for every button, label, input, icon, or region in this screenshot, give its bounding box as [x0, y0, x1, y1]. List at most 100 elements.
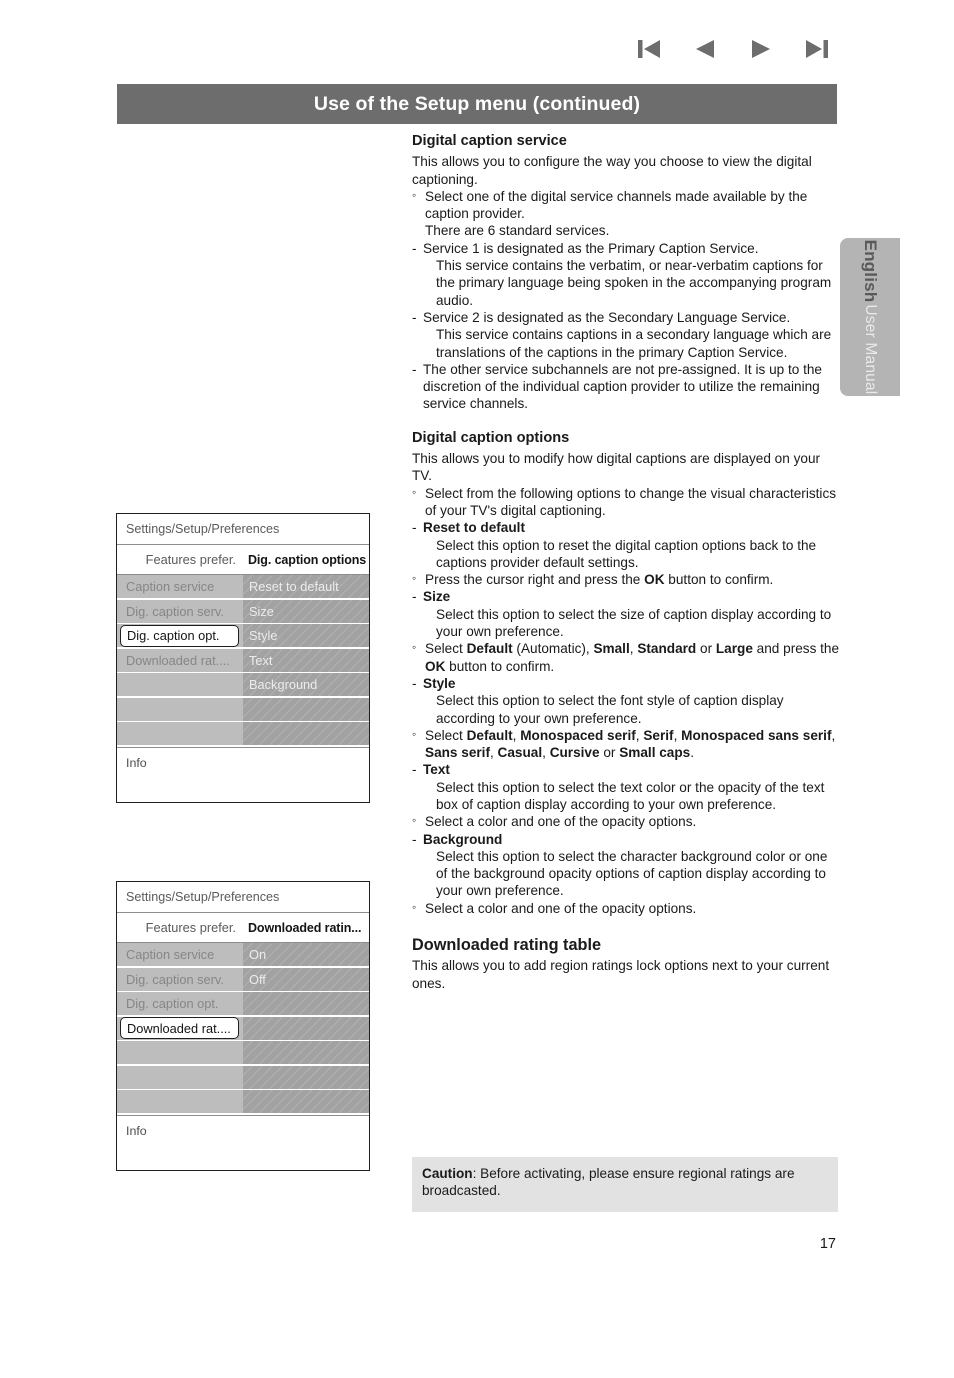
caution-box: Caution: Before activating, please ensur… [412, 1157, 838, 1212]
menu-right-cell[interactable]: On [243, 943, 369, 966]
menu-right-cell[interactable] [243, 1090, 369, 1113]
next-page-icon[interactable] [748, 38, 774, 60]
menu-left-cell-selected[interactable]: Downloaded rat.... [117, 1016, 243, 1040]
menu-row[interactable]: Caption service Reset to default [117, 575, 369, 598]
menu-left-cell[interactable] [117, 1041, 243, 1064]
menu-row[interactable] [117, 1041, 369, 1064]
caution-label: Caution [422, 1166, 473, 1181]
menu-right-header: Dig. caption options [248, 552, 367, 567]
caution-text: : Before activating, please ensure regio… [422, 1166, 795, 1199]
menu-right-cell[interactable] [243, 722, 369, 745]
dco-item-body-size: Select this option to select the size of… [436, 606, 832, 640]
menu-row[interactable] [117, 1065, 369, 1089]
menu-row[interactable]: Downloaded rat.... Text [117, 648, 369, 672]
dco-intro: This allows you to modify how digital ca… [412, 451, 821, 484]
menu-row[interactable] [117, 1090, 369, 1113]
dco-item-title-size: Size [412, 588, 840, 606]
menu-selected-pill[interactable]: Downloaded rat.... [120, 1017, 239, 1039]
menu-row[interactable]: Dig. caption opt. [117, 992, 369, 1015]
menu-right-cell[interactable] [243, 992, 369, 1015]
menu-rows: Caption service Reset to default Dig. cap… [117, 575, 369, 745]
menu-row[interactable] [117, 697, 369, 721]
menu-selected-pill[interactable]: Dig. caption opt. [120, 624, 239, 647]
menu-left-cell[interactable]: Dig. caption serv. [117, 967, 243, 991]
dcs-service1-body: This service contains the verbatim, or n… [436, 258, 832, 308]
menu-right-cell[interactable] [243, 1041, 369, 1064]
dcs-service2-body: This service contains captions in a seco… [436, 327, 832, 360]
menu-row[interactable]: Dig. caption serv. Off [117, 967, 369, 991]
dco-item-note-style: Select Default, Monospaced serif, Serif,… [412, 726, 840, 762]
menu-row[interactable] [117, 722, 369, 745]
previous-page-icon[interactable] [692, 38, 718, 60]
page-navigation [636, 38, 830, 60]
page-number: 17 [819, 1236, 836, 1252]
menu-left-cell[interactable] [117, 697, 243, 721]
menu-rows: Caption service On Dig. caption serv. Off … [117, 943, 369, 1113]
dcs-service1-title: Service 1 is designated as the Primary C… [412, 240, 840, 258]
dco-item-note-size: Select Default (Automatic), Small, Stand… [412, 639, 840, 675]
side-tab-language: English [861, 239, 880, 303]
menu-breadcrumb: Settings/Setup/Preferences [117, 514, 369, 545]
menu-row-selected[interactable]: Dig. caption opt. Style [117, 624, 369, 647]
last-page-icon[interactable] [804, 38, 830, 60]
language-side-tab: English User Manual [840, 238, 900, 396]
dco-bullet-1: Select from the following options to cha… [412, 484, 840, 520]
dco-item-title-style: Style [412, 675, 840, 693]
drt-body: This allows you to add region ratings lo… [412, 958, 830, 991]
menu-left-cell[interactable]: Downloaded rat.... [117, 648, 243, 672]
menu-left-cell[interactable]: Caption service [117, 575, 243, 598]
page-title: Use of the Setup menu (continued) [313, 92, 641, 115]
menu-right-cell[interactable] [243, 697, 369, 721]
menu-left-cell[interactable] [117, 673, 243, 696]
dcs-bullet-1: Select one of the digital service channe… [412, 187, 840, 223]
menu-row-selected[interactable]: Downloaded rat.... [117, 1016, 369, 1040]
dcs-service2-title: Service 2 is designated as the Secondary… [412, 309, 840, 327]
menu-left-cell[interactable]: Caption service [117, 943, 243, 966]
menu-left-header: Features prefer. [145, 920, 236, 935]
menu-left-cell-selected[interactable]: Dig. caption opt. [117, 624, 243, 647]
tv-menu-screenshot-caption-options: Settings/Setup/Preferences Features pref… [116, 513, 370, 803]
main-content: Digital caption service This allows you … [412, 133, 840, 992]
menu-row[interactable]: Caption service On [117, 943, 369, 966]
dco-item-title-reset: Reset to default [412, 519, 840, 537]
menu-left-cell[interactable] [117, 1065, 243, 1089]
menu-left-cell[interactable]: Dig. caption opt. [117, 992, 243, 1015]
menu-right-cell[interactable]: Reset to default [243, 575, 369, 598]
side-tab-manual: User Manual [862, 304, 879, 395]
menu-breadcrumb: Settings/Setup/Preferences [117, 882, 369, 913]
dco-item-body-background: Select this option to select the charact… [436, 848, 828, 899]
dco-item-note-text: Select a color and one of the opacity op… [412, 812, 840, 830]
tv-menu-screenshot-downloaded-rating: Settings/Setup/Preferences Features pref… [116, 881, 370, 1171]
menu-right-cell[interactable]: Off [243, 967, 369, 991]
menu-row[interactable]: Dig. caption serv. Size [117, 599, 369, 623]
first-page-icon[interactable] [636, 38, 662, 60]
menu-right-cell[interactable]: Style [243, 624, 369, 647]
menu-right-header: Downloaded ratin... [248, 920, 362, 935]
menu-row[interactable]: Background [117, 673, 369, 696]
menu-right-cell[interactable]: Background [243, 673, 369, 696]
menu-right-cell[interactable]: Text [243, 648, 369, 672]
dco-item-title-text: Text [412, 761, 840, 779]
dco-item-body-reset: Select this option to reset the digital … [436, 537, 817, 570]
dcs-standard-services: There are 6 standard services. [425, 223, 610, 239]
menu-left-cell[interactable] [117, 1090, 243, 1113]
dco-item-body-style: Select this option to select the font st… [436, 693, 784, 726]
heading-digital-caption-options: Digital caption options [412, 429, 570, 446]
menu-header-row: Features prefer. Dig. caption options [117, 545, 369, 575]
dco-item-note-reset: Press the cursor right and press the OK … [412, 570, 840, 588]
menu-left-header: Features prefer. [145, 552, 236, 567]
page-header-bar: Use of the Setup menu (continued) [117, 84, 837, 124]
heading-downloaded-rating-table: Downloaded rating table [412, 936, 602, 955]
menu-left-cell[interactable]: Dig. caption serv. [117, 599, 243, 623]
menu-right-cell[interactable] [243, 1016, 369, 1040]
menu-header-row: Features prefer. Downloaded ratin... [117, 913, 369, 943]
dco-item-note-background: Select a color and one of the opacity op… [412, 899, 840, 917]
menu-right-cell[interactable] [243, 1065, 369, 1089]
menu-right-cell[interactable]: Size [243, 599, 369, 623]
dco-item-body-text: Select this option to select the text co… [436, 779, 825, 812]
menu-left-cell[interactable] [117, 722, 243, 745]
menu-info-panel: Info [117, 1114, 369, 1170]
dcs-other-services: The other service subchannels are not pr… [412, 361, 840, 413]
heading-digital-caption-service: Digital caption service [412, 133, 567, 149]
dcs-intro: This allows you to configure the way you… [412, 154, 812, 187]
